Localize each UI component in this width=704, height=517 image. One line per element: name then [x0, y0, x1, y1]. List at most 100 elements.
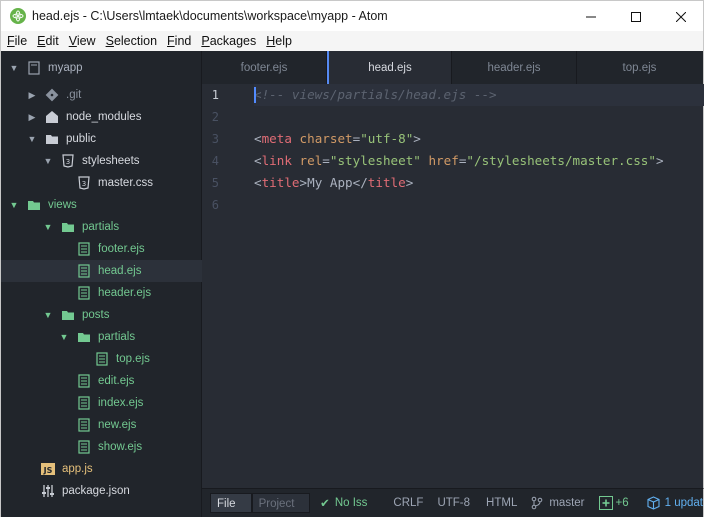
menu-view[interactable]: View — [66, 34, 100, 48]
project-scope-button[interactable]: Project 0 — [251, 493, 311, 513]
punct-token: > — [655, 153, 664, 168]
tab-label: head.ejs — [368, 61, 412, 74]
punct-token: > — [299, 175, 308, 190]
menu-selection[interactable]: Selection — [103, 34, 161, 48]
tree-item-stylesheets[interactable]: ▼ 3 stylesheets — [1, 150, 202, 172]
code-line-3: <meta charset="utf-8"> — [254, 128, 421, 150]
tree-item-app-js[interactable]: JS app.js — [1, 458, 202, 480]
menu-bar: File Edit View Selection Find Packages H… — [0, 31, 704, 51]
tree-item-label: master.css — [98, 177, 153, 189]
tree-item-label: public — [66, 133, 97, 145]
file-text-icon — [77, 418, 91, 432]
tree-item-label: edit.ejs — [98, 375, 135, 387]
chevron-down-icon: ▼ — [43, 156, 53, 166]
tab-label: top.ejs — [622, 61, 657, 74]
tree-item-views[interactable]: ▼ views — [1, 194, 202, 216]
grammar-selector[interactable]: HTML — [486, 497, 517, 509]
tag-token: meta — [261, 131, 292, 146]
tab-top-ejs[interactable]: top.ejs — [577, 51, 702, 84]
file-text-icon — [95, 352, 109, 366]
folder-icon — [61, 308, 75, 322]
updates-label: 1 updat — [664, 497, 703, 509]
tree-item-new-ejs[interactable]: new.ejs — [1, 414, 202, 436]
punct-token: < — [254, 131, 262, 146]
tree-item-label: partials — [82, 221, 120, 233]
diff-added-icon — [598, 496, 613, 510]
tree-item-label: header.ejs — [98, 287, 152, 299]
line-ending-selector[interactable]: CRLF — [393, 497, 423, 509]
package-updates[interactable]: 1 updat — [647, 496, 703, 510]
repo-icon — [27, 61, 41, 75]
punct-token: = — [322, 153, 330, 168]
tree-item-label: views — [48, 199, 77, 211]
folder-icon — [61, 220, 75, 234]
encoding-selector[interactable]: UTF-8 — [437, 497, 470, 509]
folder-icon — [45, 132, 59, 146]
maximize-button[interactable] — [613, 1, 658, 32]
tree-item-public[interactable]: ▼ public — [1, 128, 202, 150]
package-icon — [647, 496, 660, 510]
tree-item-myapp[interactable]: ▼ myapp — [1, 57, 202, 79]
folder-icon — [27, 198, 41, 212]
tab-header-ejs[interactable]: header.ejs — [452, 51, 577, 84]
string-token: "/stylesheets/master.css" — [466, 153, 656, 168]
tree-item-label: posts — [82, 309, 110, 321]
attr-token: href — [428, 153, 459, 168]
minimize-button[interactable] — [568, 1, 613, 32]
code-editor[interactable]: 1 2 3 4 5 6 <!-- views/partials/head.ejs… — [202, 84, 704, 488]
folder-icon — [77, 330, 91, 344]
tree-item-package-json[interactable]: package.json — [1, 480, 202, 502]
git-added-count[interactable]: +6 — [598, 496, 629, 510]
comment-token: <!-- views/partials/head.ejs --> — [254, 87, 497, 102]
punct-token: </ — [352, 175, 368, 190]
close-button[interactable] — [658, 1, 703, 32]
status-bar: File 0 Project 0 ✔ No Iss CRLF UTF-8 HTM… — [202, 488, 704, 517]
tree-item-node-modules[interactable]: ▶ node_modules — [1, 106, 202, 128]
tree-item-edit-ejs[interactable]: edit.ejs — [1, 370, 202, 392]
menu-find[interactable]: Find — [164, 34, 195, 48]
tab-head-ejs[interactable]: head.ejs — [327, 51, 452, 84]
tab-footer-ejs[interactable]: footer.ejs — [202, 51, 327, 84]
git-branch[interactable]: master — [531, 496, 585, 510]
punct-token: < — [254, 153, 262, 168]
tab-label: footer.ejs — [240, 61, 288, 74]
menu-file[interactable]: File — [4, 34, 31, 48]
tag-token: title — [261, 175, 300, 190]
menu-help[interactable]: Help — [263, 34, 296, 48]
text-cursor — [254, 87, 256, 103]
tree-item-posts[interactable]: ▼ posts — [1, 304, 202, 326]
tree-item-label: package.json — [62, 485, 130, 497]
linter-scope-toggle: File 0 Project 0 — [210, 493, 311, 513]
file-text-icon — [77, 396, 91, 410]
line-ending-label: CRLF — [393, 497, 424, 509]
string-token: "utf-8" — [360, 131, 414, 146]
punct-token: > — [413, 131, 421, 146]
code-line-4: <link rel="stylesheet" href="/stylesheet… — [254, 150, 664, 172]
tree-item-label: head.ejs — [98, 265, 142, 277]
tree-item-show-ejs[interactable]: show.ejs — [1, 436, 202, 458]
file-scope-button[interactable]: File 0 — [210, 493, 252, 513]
home-folder-icon — [45, 110, 59, 124]
line-number: 5 — [211, 176, 219, 190]
tree-view: ▼ myapp ▶ .git ▶ node_modules ▼ public ▼… — [0, 51, 202, 517]
menu-edit[interactable]: Edit — [34, 34, 63, 48]
menu-packages[interactable]: Packages — [198, 34, 260, 48]
tree-item-footer-ejs[interactable]: footer.ejs — [1, 238, 202, 260]
linter-status[interactable]: ✔ No Iss — [320, 496, 367, 510]
tree-item-label: .git — [66, 89, 82, 101]
tree-item-master-css[interactable]: 3 master.css — [1, 172, 202, 194]
js-file-icon: JS — [41, 462, 55, 476]
tree-item-git[interactable]: ▶ .git — [1, 84, 202, 106]
chevron-down-icon: ▼ — [43, 222, 53, 232]
grammar-label: HTML — [486, 497, 518, 509]
tree-item-top-ejs[interactable]: top.ejs — [1, 348, 202, 370]
git-branch-icon — [532, 496, 543, 510]
tree-item-posts-partials[interactable]: ▼ partials — [1, 326, 202, 348]
tree-item-header-ejs[interactable]: header.ejs — [1, 282, 202, 304]
chevron-right-icon: ▶ — [28, 89, 36, 100]
attr-token: rel — [299, 153, 323, 168]
tree-item-head-ejs[interactable]: head.ejs — [1, 260, 202, 282]
maximize-icon — [630, 11, 641, 22]
tree-item-index-ejs[interactable]: index.ejs — [1, 392, 202, 414]
tree-item-partials[interactable]: ▼ partials — [1, 216, 202, 238]
